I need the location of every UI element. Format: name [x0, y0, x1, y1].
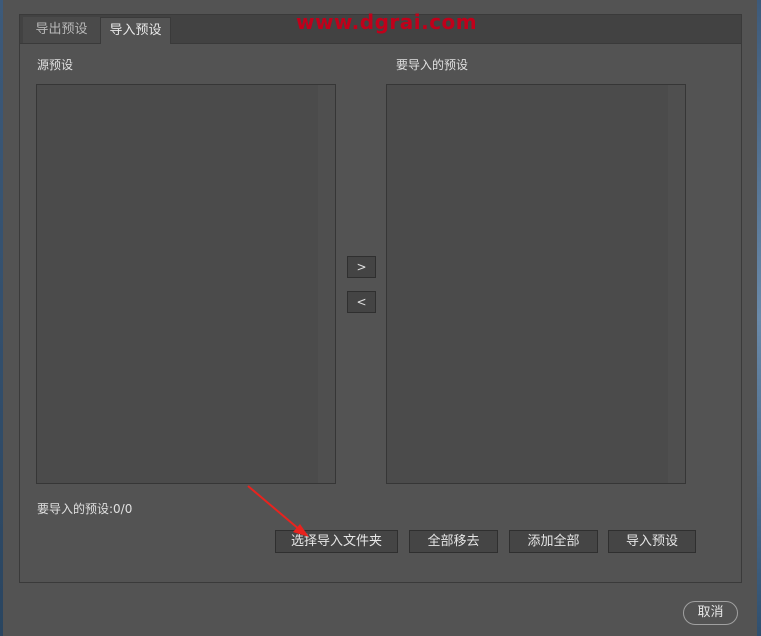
remove-all-button[interactable]: 全部移去	[409, 530, 498, 553]
cancel-button[interactable]: 取消	[683, 601, 738, 625]
window-edge-right	[757, 0, 761, 636]
tab-export-presets[interactable]: 导出预设	[23, 17, 100, 43]
import-count-status: 要导入的预设:0/0	[37, 502, 133, 516]
watermark-text: www.dgrai.com	[296, 10, 478, 34]
import-presets-dialog: 导出预设 导入预设 www.dgrai.com 源预设 要导入的预设 > < 要…	[0, 0, 761, 636]
choose-import-folder-button[interactable]: 选择导入文件夹	[275, 530, 398, 553]
add-all-button[interactable]: 添加全部	[509, 530, 598, 553]
source-presets-list[interactable]	[36, 84, 336, 484]
import-presets-button[interactable]: 导入预设	[608, 530, 696, 553]
target-presets-label: 要导入的预设	[396, 58, 469, 72]
source-presets-label: 源预设	[37, 58, 74, 72]
source-list-scroll-track[interactable]	[318, 85, 335, 483]
move-right-button[interactable]: >	[347, 256, 376, 278]
window-edge-left	[0, 0, 3, 636]
target-presets-list[interactable]	[386, 84, 686, 484]
target-list-scroll-track[interactable]	[668, 85, 685, 483]
tab-import-presets[interactable]: 导入预设	[100, 17, 171, 44]
move-left-button[interactable]: <	[347, 291, 376, 313]
